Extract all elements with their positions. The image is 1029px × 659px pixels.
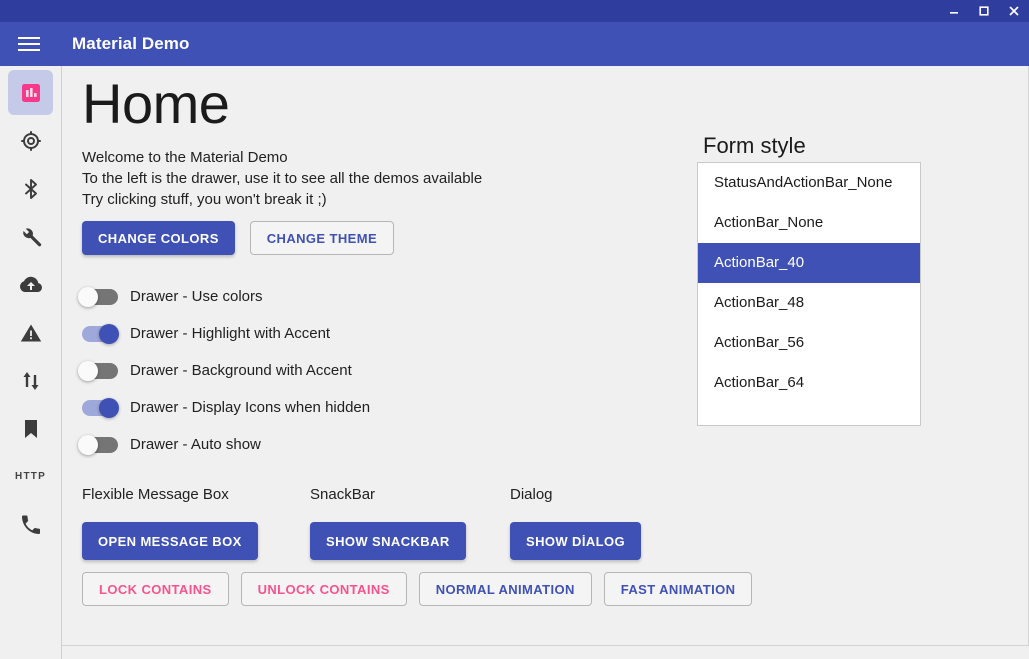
navigation-rail: HTTP (0, 66, 62, 659)
unlock-contains-button[interactable]: UNLOCK CONTAINS (241, 572, 407, 606)
show-dialog-button[interactable]: SHOW DİALOG (510, 522, 641, 560)
switch-background-accent[interactable] (78, 361, 120, 381)
rail-item-http[interactable]: HTTP (8, 454, 53, 499)
switch-row-use-colors: Drawer - Use colors (78, 278, 370, 315)
welcome-text: Welcome to the Material Demo To the left… (82, 147, 482, 210)
phone-icon (19, 513, 43, 537)
list-item-actionbar-none[interactable]: ActionBar_None (698, 203, 920, 243)
close-icon[interactable] (999, 0, 1029, 22)
http-label-icon: HTTP (15, 471, 46, 482)
animation-buttons-row: LOCK CONTAINS UNLOCK CONTAINS NORMAL ANI… (82, 572, 752, 606)
bluetooth-icon (19, 177, 43, 201)
switch-display-icons[interactable] (78, 398, 120, 418)
swap-vertical-icon (19, 369, 43, 393)
rail-item-tools[interactable] (8, 214, 53, 259)
switch-label-highlight-accent: Drawer - Highlight with Accent (130, 325, 330, 342)
switch-row-auto-show: Drawer - Auto show (78, 426, 370, 463)
welcome-line-3: Try clicking stuff, you won't break it ;… (82, 189, 482, 210)
minimize-icon[interactable] (939, 0, 969, 22)
application-window: Material Demo (0, 0, 1029, 659)
switch-auto-show[interactable] (78, 435, 120, 455)
section-label-message-box: Flexible Message Box (82, 486, 229, 503)
bookmark-icon (19, 417, 43, 441)
change-colors-button[interactable]: CHANGE COLORS (82, 221, 235, 255)
list-item-actionbar-48[interactable]: ActionBar_48 (698, 283, 920, 323)
switch-label-display-icons: Drawer - Display Icons when hidden (130, 399, 370, 416)
gps-target-icon (19, 129, 43, 153)
fast-animation-button[interactable]: FAST ANIMATION (604, 572, 753, 606)
hamburger-menu-icon[interactable] (0, 22, 58, 66)
normal-animation-button[interactable]: NORMAL ANIMATION (419, 572, 592, 606)
rail-item-gps[interactable] (8, 118, 53, 163)
rail-item-warning[interactable] (8, 310, 53, 355)
show-snackbar-button[interactable]: SHOW SNACKBAR (310, 522, 466, 560)
switch-label-background-accent: Drawer - Background with Accent (130, 362, 352, 379)
switch-label-use-colors: Drawer - Use colors (130, 288, 263, 305)
rail-item-bookmark[interactable] (8, 406, 53, 451)
switch-row-display-icons: Drawer - Display Icons when hidden (78, 389, 370, 426)
section-label-snackbar: SnackBar (310, 486, 375, 503)
warning-triangle-icon (19, 321, 43, 345)
app-bar: Material Demo (0, 22, 1029, 66)
main-content: Home Welcome to the Material Demo To the… (62, 66, 1029, 646)
list-item-statusandactionbar-none[interactable]: StatusAndActionBar_None (698, 163, 920, 203)
welcome-line-1: Welcome to the Material Demo (82, 147, 482, 168)
app-title: Material Demo (72, 34, 190, 54)
rail-item-phone[interactable] (8, 502, 53, 547)
window-title-bar (0, 0, 1029, 22)
list-item-actionbar-64[interactable]: ActionBar_64 (698, 363, 920, 403)
theme-buttons-row: CHANGE COLORS CHANGE THEME (82, 221, 394, 255)
page-title: Home (82, 76, 229, 132)
form-style-listbox[interactable]: StatusAndActionBar_None ActionBar_None A… (697, 162, 921, 426)
lock-contains-button[interactable]: LOCK CONTAINS (82, 572, 229, 606)
switch-use-colors[interactable] (78, 287, 120, 307)
welcome-line-2: To the left is the drawer, use it to see… (82, 168, 482, 189)
switch-row-highlight-accent: Drawer - Highlight with Accent (78, 315, 370, 352)
rail-item-bar-chart[interactable] (8, 70, 53, 115)
cloud-upload-icon (19, 273, 43, 297)
switch-highlight-accent[interactable] (78, 324, 120, 344)
drawer-switch-list: Drawer - Use colors Drawer - Highlight w… (78, 278, 370, 463)
list-item-actionbar-40[interactable]: ActionBar_40 (698, 243, 920, 283)
rail-item-swap-vertical[interactable] (8, 358, 53, 403)
bar-chart-icon (19, 81, 43, 105)
form-style-title: Form style (703, 133, 806, 159)
maximize-icon[interactable] (969, 0, 999, 22)
wrench-icon (19, 225, 43, 249)
rail-item-bluetooth[interactable] (8, 166, 53, 211)
switch-label-auto-show: Drawer - Auto show (130, 436, 261, 453)
rail-item-cloud-upload[interactable] (8, 262, 53, 307)
switch-row-background-accent: Drawer - Background with Accent (78, 352, 370, 389)
section-label-dialog: Dialog (510, 486, 553, 503)
list-item-actionbar-56[interactable]: ActionBar_56 (698, 323, 920, 363)
open-message-box-button[interactable]: OPEN MESSAGE BOX (82, 522, 258, 560)
change-theme-button[interactable]: CHANGE THEME (250, 221, 394, 255)
demo-section-labels: Flexible Message Box SnackBar Dialog (62, 486, 1028, 506)
